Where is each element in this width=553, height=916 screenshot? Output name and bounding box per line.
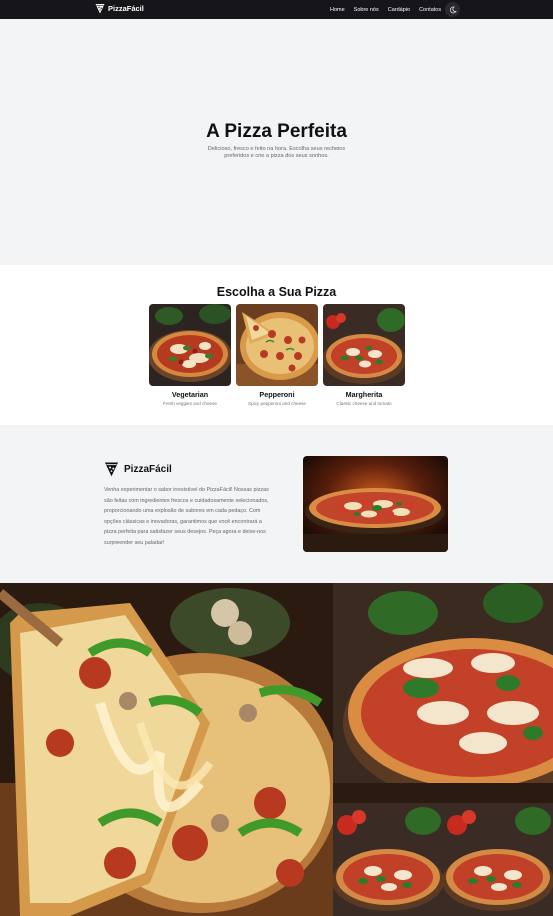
pizza-name: Margherita	[345, 390, 383, 399]
pizza-card-pepperoni[interactable]: Pepperoni Spicy pepperoni and cheese	[236, 304, 318, 406]
about-brand: PizzaFácil	[104, 461, 172, 477]
pizza-image	[323, 304, 405, 386]
gallery-image-margherita-small-1	[333, 803, 443, 916]
nav-link-contatos[interactable]: Contatos	[419, 7, 441, 13]
pizza-slice-icon	[95, 4, 105, 14]
pizza-image	[236, 304, 318, 386]
pizza-name: Vegetarian	[171, 390, 209, 399]
nav-link-sobre[interactable]: Sobre nós	[354, 7, 379, 13]
pizza-description: Classic cheese and tomato	[336, 401, 392, 406]
brand-logo[interactable]: PizzaFácil	[95, 3, 144, 14]
nav-link-cardapio[interactable]: Cardápio	[388, 7, 410, 13]
about-pizza-image	[303, 456, 448, 552]
pizza-image	[149, 304, 231, 386]
pizza-gallery	[0, 583, 553, 916]
pizza-choice-section: Escolha a Sua Pizza Vegetarian Fresh veg…	[0, 265, 553, 425]
about-brand-name: PizzaFácil	[124, 463, 172, 475]
about-section: PizzaFácil Venha experimentar o sabor ir…	[0, 425, 553, 583]
brand-name: PizzaFácil	[108, 4, 144, 13]
pizza-description: Spicy pepperoni and cheese	[248, 401, 306, 406]
hero-title: A Pizza Perfeita	[206, 121, 347, 142]
about-text: Venha experimentar o sabor irresistível …	[104, 487, 269, 546]
pizza-slice-icon	[104, 462, 119, 477]
hero-subtitle: Delicioso, fresco e feito na hora. Escol…	[207, 146, 346, 160]
gallery-image-margherita	[333, 583, 553, 803]
pizza-name: Pepperoni	[259, 390, 295, 399]
pizza-card-vegetarian[interactable]: Vegetarian Fresh veggies and cheese	[149, 304, 231, 406]
nav-link-home[interactable]: Home	[330, 7, 345, 13]
moon-icon	[449, 6, 457, 13]
pizza-description: Fresh veggies and cheese	[163, 401, 217, 406]
theme-toggle-button[interactable]	[445, 2, 460, 17]
top-navbar: PizzaFácil Home Sobre nós Cardápio Conta…	[0, 0, 553, 19]
nav-links: Home Sobre nós Cardápio Contatos	[330, 0, 441, 19]
hero-section: A Pizza Perfeita Delicioso, fresco e fei…	[0, 19, 553, 265]
gallery-image-cheese-pull	[0, 583, 333, 916]
pizza-card-margherita[interactable]: Margherita Classic cheese and tomato	[323, 304, 405, 406]
gallery-image-margherita-small-2	[443, 803, 553, 916]
section-title: Escolha a Sua Pizza	[216, 285, 337, 299]
